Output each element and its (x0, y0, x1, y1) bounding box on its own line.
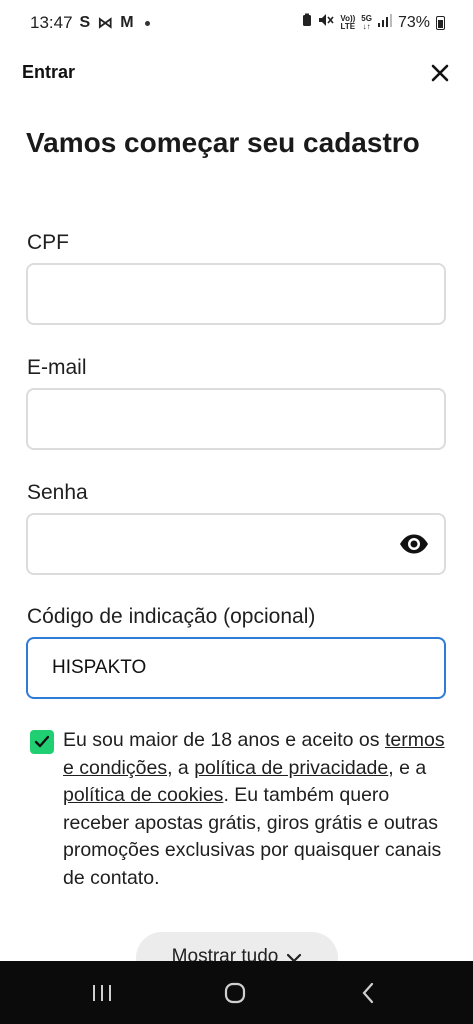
show-password-button[interactable] (398, 529, 430, 559)
status-right: Vo)) LTE 5G ↓↑ 73% (302, 13, 445, 32)
notification-dot-icon (144, 20, 150, 26)
privacy-link[interactable]: política de privacidade (194, 757, 388, 779)
back-icon (362, 982, 374, 1004)
checkmark-icon (34, 735, 50, 748)
password-label: Senha (27, 481, 88, 504)
bowtie-app-icon: ⋈ (97, 15, 114, 32)
email-input[interactable] (28, 390, 444, 448)
battery-icon (436, 15, 445, 30)
5g-icon: 5G ↓↑ (361, 14, 372, 31)
password-input[interactable] (28, 515, 444, 573)
volte-icon: Vo)) LTE (340, 14, 356, 31)
status-left: 13:47 S ⋈ M (30, 13, 150, 33)
cpf-field[interactable] (26, 263, 446, 325)
eye-icon (400, 534, 428, 554)
cpf-input[interactable] (28, 265, 444, 323)
home-icon (224, 982, 246, 1004)
status-bar: 13:47 S ⋈ M Vo)) LTE 5G ↓↑ 73% (0, 0, 473, 46)
recent-apps-icon (93, 985, 111, 1001)
referral-field[interactable] (26, 637, 446, 699)
s-app-icon: S (79, 14, 91, 31)
password-field[interactable] (26, 513, 446, 575)
recent-apps-button[interactable] (82, 979, 122, 1007)
battery-percent: 73% (397, 13, 430, 31)
5g-bottom: ↓↑ (362, 21, 371, 31)
header-title: Entrar (22, 62, 76, 82)
close-icon (431, 64, 449, 82)
email-field[interactable] (26, 388, 446, 450)
back-button[interactable] (348, 979, 388, 1007)
consent-text-1: Eu sou maior de 18 anos e aceito os (63, 729, 380, 751)
home-button[interactable] (215, 979, 255, 1007)
referral-input[interactable] (28, 639, 444, 697)
header: Entrar (0, 56, 473, 90)
cpf-label: CPF (27, 231, 69, 254)
signup-screen: 13:47 S ⋈ M Vo)) LTE 5G ↓↑ 73% Entrar Va… (0, 0, 473, 1024)
cookies-link[interactable]: política de cookies (63, 784, 223, 806)
consent-text-3: , e a (388, 756, 427, 779)
navigation-bar (0, 961, 473, 1024)
email-label: E-mail (27, 356, 87, 379)
age-consent-checkbox[interactable] (30, 730, 54, 754)
close-button[interactable] (425, 58, 455, 88)
consent-text-2: , a (167, 756, 189, 779)
volte-bottom: LTE (340, 21, 356, 31)
consent-text: Eu sou maior de 18 anos e aceito os term… (63, 727, 453, 892)
page-title: Vamos começar seu cadastro (26, 127, 420, 158)
signal-icon (377, 13, 392, 32)
gmail-icon: M (120, 14, 134, 31)
mute-icon (318, 13, 334, 32)
battery-saver-icon (302, 13, 312, 32)
status-time: 13:47 (30, 13, 73, 32)
referral-label: Código de indicação (opcional) (27, 605, 316, 628)
